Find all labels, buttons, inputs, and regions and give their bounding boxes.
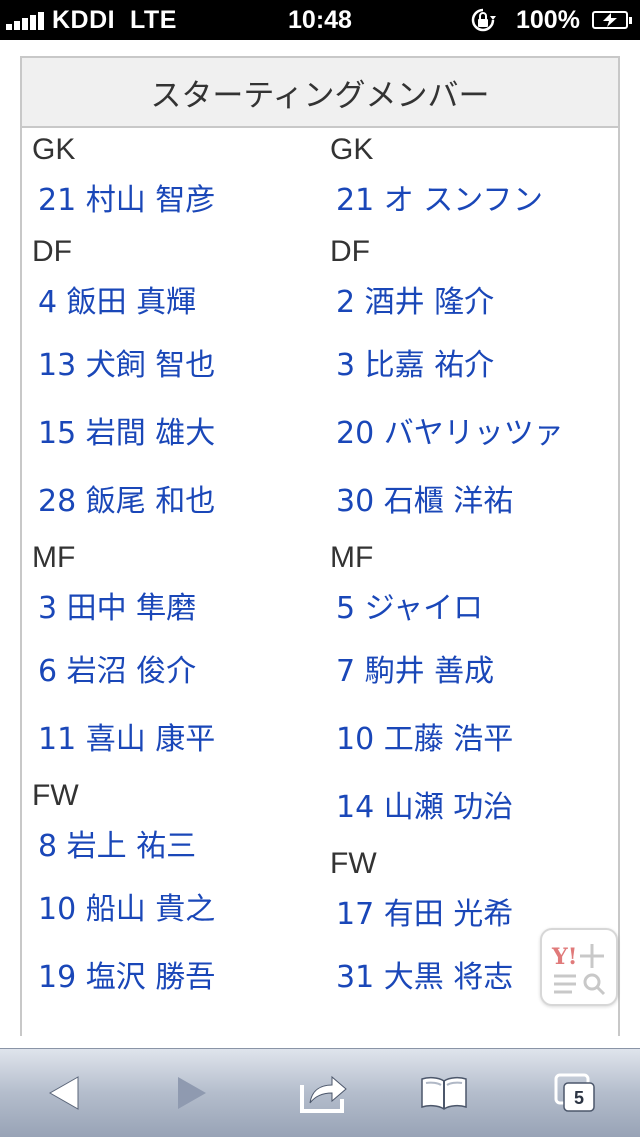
table-title: スターティングメンバー xyxy=(22,58,618,128)
back-icon xyxy=(48,1076,79,1110)
forward-icon xyxy=(178,1077,206,1109)
position-label-gk: GK xyxy=(32,133,76,166)
player-link[interactable]: 30 石櫃 洋祐 xyxy=(320,468,615,536)
player-link[interactable]: 6 岩沼 俊介 xyxy=(22,638,317,706)
player-link[interactable]: 13 犬飼 智也 xyxy=(22,332,317,400)
left-team-column: GK 21 村山 智彦 DF 4 飯田 真輝 13 犬飼 智也 15 岩間 雄大… xyxy=(22,128,317,1012)
bookmarks-button[interactable] xyxy=(384,1049,504,1137)
player-link[interactable]: 5 ジャイロ xyxy=(320,580,615,638)
player-link[interactable]: 3 田中 隼磨 xyxy=(22,580,317,638)
share-button[interactable] xyxy=(264,1049,384,1137)
svg-text:Y!: Y! xyxy=(551,944,577,970)
position-label-mf: MF xyxy=(330,541,374,574)
position-label-fw: FW xyxy=(32,779,79,812)
player-link[interactable]: 11 喜山 康平 xyxy=(22,706,317,774)
position-label-df: DF xyxy=(330,235,370,268)
player-link[interactable]: 14 山瀬 功治 xyxy=(320,774,615,842)
player-link[interactable]: 3 比嘉 祐介 xyxy=(320,332,615,400)
position-label-df: DF xyxy=(32,235,72,268)
status-bar: KDDI LTE 10:48 100% xyxy=(0,0,640,40)
right-team-column: GK 21 オ スンフン DF 2 酒井 隆介 3 比嘉 祐介 20 バヤリッツ… xyxy=(320,128,615,1012)
bookmarks-icon xyxy=(421,1076,467,1110)
player-link[interactable]: 19 塩沢 勝吾 xyxy=(22,944,317,1012)
player-link[interactable]: 8 岩上 祐三 xyxy=(22,818,317,876)
player-link[interactable]: 21 オ スンフン xyxy=(320,172,615,230)
position-label-mf: MF xyxy=(32,541,76,574)
starting-members-table: スターティングメンバー GK 21 村山 智彦 DF 4 飯田 真輝 13 犬飼… xyxy=(20,56,620,1036)
player-link[interactable]: 21 村山 智彦 xyxy=(22,172,317,230)
player-link[interactable]: 4 飯田 真輝 xyxy=(22,274,317,332)
player-link[interactable]: 10 工藤 浩平 xyxy=(320,706,615,774)
tab-count: 5 xyxy=(573,1088,584,1108)
position-label-fw: FW xyxy=(330,847,377,880)
rotation-lock-icon xyxy=(470,7,496,33)
share-icon xyxy=(300,1075,347,1113)
battery-percent: 100% xyxy=(516,6,580,34)
player-link[interactable]: 10 船山 貴之 xyxy=(22,876,317,944)
player-link[interactable]: 20 バヤリッツァ xyxy=(320,400,615,468)
yahoo-plus-search-icon: Y! xyxy=(551,944,606,996)
browser-toolbar xyxy=(0,1048,640,1137)
player-link[interactable]: 15 岩間 雄大 xyxy=(22,400,317,468)
forward-button[interactable] xyxy=(132,1049,252,1137)
player-link[interactable]: 28 飯尾 和也 xyxy=(22,468,317,536)
yahoo-search-button[interactable]: Y! xyxy=(540,928,618,1006)
back-button[interactable] xyxy=(4,1049,124,1137)
player-link[interactable]: 7 駒井 善成 xyxy=(320,638,615,706)
position-label-gk: GK xyxy=(330,133,374,166)
player-link[interactable]: 2 酒井 隆介 xyxy=(320,274,615,332)
battery-icon xyxy=(592,11,632,29)
